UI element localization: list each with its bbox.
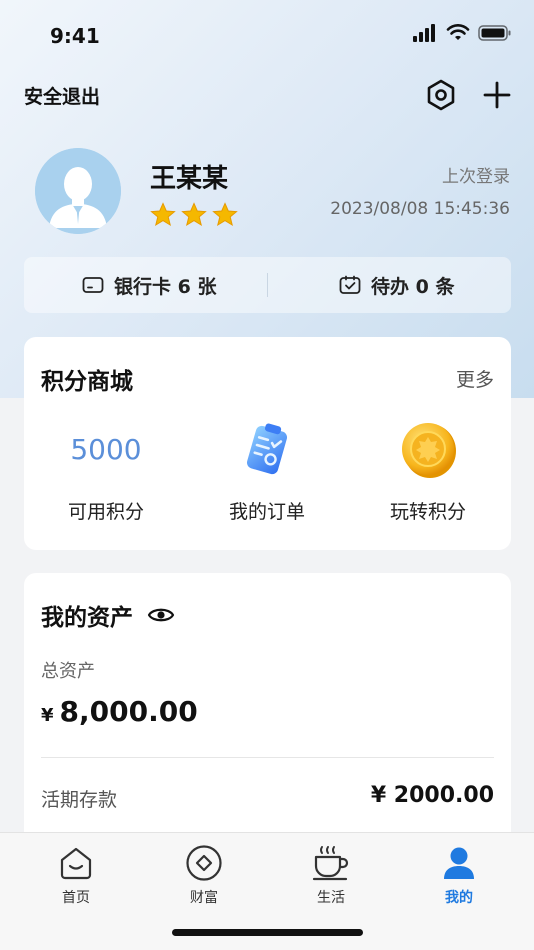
todo-button[interactable]: 待办 0 条 — [339, 257, 454, 313]
currency-symbol: ¥ — [41, 705, 54, 726]
assets-card: 我的资产 总资产 ¥8,000.00 活期存款 ¥ 2000.00 — [24, 573, 511, 853]
star-icon — [181, 202, 207, 227]
quick-divider — [267, 273, 268, 297]
total-assets-label: 总资产 — [41, 661, 95, 682]
star-icon — [150, 202, 176, 227]
todo-label: 待办 0 条 — [371, 275, 455, 298]
assets-title-row: 我的资产 — [41, 598, 175, 632]
bank-card-icon — [82, 277, 104, 293]
tab-home[interactable]: 首页 — [26, 843, 126, 907]
my-orders-item[interactable]: 我的订单 — [187, 419, 347, 524]
tab-life-label: 生活 — [317, 890, 345, 906]
plus-icon — [483, 81, 511, 109]
available-points-item[interactable]: 5000 可用积分 — [26, 419, 186, 524]
status-time: 9:41 — [50, 24, 100, 48]
tab-wealth-label: 财富 — [190, 890, 218, 906]
order-clipboard-icon — [187, 419, 347, 481]
settings-button[interactable] — [424, 78, 458, 112]
star-icon — [212, 202, 238, 227]
settings-hex-icon — [427, 79, 455, 111]
tab-mine-label: 我的 — [445, 890, 473, 906]
play-points-item[interactable]: 玩转积分 — [348, 419, 508, 524]
my-orders-label: 我的订单 — [228, 501, 305, 523]
assets-divider — [41, 757, 494, 758]
deposit-label: 活期存款 — [41, 789, 118, 811]
assets-title: 我的资产 — [41, 605, 133, 631]
avatar[interactable] — [35, 148, 121, 234]
battery-icon — [478, 25, 511, 41]
status-bar: 9:41 — [0, 0, 534, 70]
home-indicator — [172, 929, 363, 936]
signal-icon — [413, 24, 435, 42]
coffee-cup-icon — [312, 846, 349, 881]
bank-card-button[interactable]: 银行卡 6 张 — [82, 257, 216, 313]
deposit-value: ¥ 2000.00 — [370, 783, 494, 808]
last-login-label: 上次登录 — [442, 167, 510, 187]
status-icons — [412, 24, 512, 42]
points-mall-title: 积分商城 — [41, 369, 133, 395]
add-button[interactable] — [480, 78, 514, 112]
avatar-person-icon — [35, 148, 121, 234]
play-points-label: 玩转积分 — [389, 501, 466, 523]
wifi-icon — [446, 24, 470, 40]
logout-button[interactable]: 安全退出 — [24, 82, 100, 109]
username: 王某某 — [150, 164, 229, 194]
more-link[interactable]: 更多 — [456, 365, 494, 392]
gold-coin-icon — [348, 419, 508, 481]
total-assets-amount: 8,000.00 — [59, 695, 198, 728]
home-icon — [60, 847, 92, 880]
available-points-value: 5000 — [70, 433, 142, 466]
todo-calendar-icon — [339, 275, 361, 294]
last-login-time: 2023/08/08 15:45:36 — [330, 199, 510, 219]
available-points-label: 可用积分 — [67, 501, 144, 523]
bank-card-label: 银行卡 6 张 — [114, 275, 217, 298]
points-mall-card: 积分商城 更多 5000 可用积分 我的订单 玩转积分 — [24, 337, 511, 550]
wealth-icon — [186, 845, 222, 881]
tab-life[interactable]: 生活 — [281, 843, 381, 907]
quick-bar: 银行卡 6 张 待办 0 条 — [24, 257, 511, 313]
eye-icon[interactable] — [147, 605, 175, 625]
user-icon — [444, 847, 474, 879]
header-row: 安全退出 — [0, 78, 534, 114]
total-assets-value: ¥8,000.00 — [41, 695, 198, 728]
rating-stars — [150, 202, 238, 228]
tab-mine[interactable]: 我的 — [409, 843, 509, 907]
tab-home-label: 首页 — [62, 890, 90, 906]
tab-wealth[interactable]: 财富 — [154, 843, 254, 907]
